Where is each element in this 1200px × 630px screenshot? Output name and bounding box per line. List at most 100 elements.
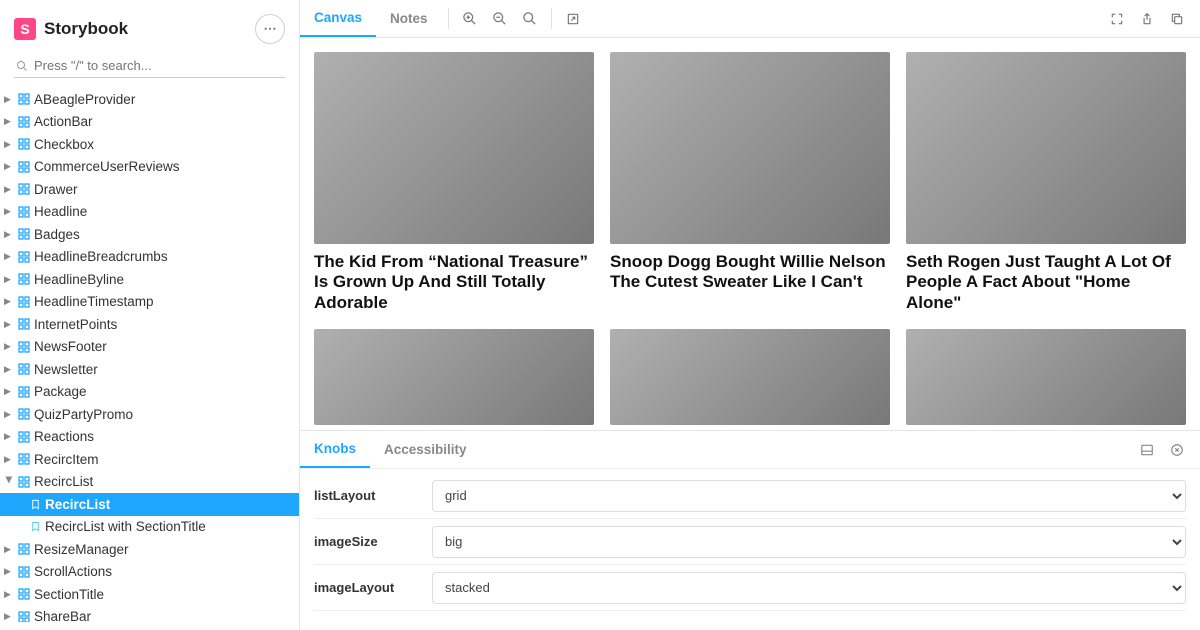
card-image	[610, 52, 890, 244]
sidebar-item-label: NewsFooter	[34, 340, 107, 354]
sidebar-item-label: Newsletter	[34, 363, 98, 377]
chevron-right-icon: ▶	[4, 140, 14, 149]
sidebar-item-label: Headline	[34, 205, 87, 219]
card[interactable]: Seth Rogen Just Taught A Lot Of People A…	[906, 52, 1186, 313]
card-image	[906, 329, 1186, 425]
tab-canvas[interactable]: Canvas	[300, 0, 376, 37]
component-icon	[18, 138, 30, 150]
sidebar-item-commerceuserreviews[interactable]: ▶ CommerceUserReviews	[0, 156, 299, 179]
fullscreen-icon[interactable]	[1102, 0, 1132, 37]
sidebar-item-reactions[interactable]: ▶ Reactions	[0, 426, 299, 449]
sidebar-item-label: ResizeManager	[34, 543, 129, 557]
component-icon	[18, 206, 30, 218]
zoom-in-icon[interactable]	[455, 0, 485, 37]
card[interactable]	[610, 329, 890, 425]
zoom-out-icon[interactable]	[485, 0, 515, 37]
bookmark-icon	[30, 521, 41, 532]
component-icon	[18, 251, 30, 263]
sidebar-item-label: RecircItem	[34, 453, 99, 467]
brand: S Storybook	[14, 18, 128, 40]
sidebar-item-checkbox[interactable]: ▶Checkbox	[0, 133, 299, 156]
tab-accessibility[interactable]: Accessibility	[370, 431, 481, 468]
story-recirclist-with-sectiontitle[interactable]: RecircList with SectionTitle	[0, 516, 299, 539]
sidebar-item-sectiontitle[interactable]: ▶SectionTitle	[0, 583, 299, 606]
sidebar-item-internetpoints[interactable]: ▶InternetPoints	[0, 313, 299, 336]
sidebar-item-label: ActionBar	[34, 115, 93, 129]
card[interactable]	[314, 329, 594, 425]
card[interactable]: The Kid From “National Treasure” Is Grow…	[314, 52, 594, 313]
sidebar-item-label: Badges	[34, 228, 80, 242]
chevron-right-icon: ▶	[4, 342, 14, 351]
sidebar-item-abeagleprovider[interactable]: ▶ABeagleProvider	[0, 88, 299, 111]
sidebar-item-resizemanager[interactable]: ▶ResizeManager	[0, 538, 299, 561]
chevron-right-icon: ▶	[4, 162, 14, 171]
component-icon	[18, 296, 30, 308]
card[interactable]: Snoop Dogg Bought Willie Nelson The Cute…	[610, 52, 890, 313]
sidebar-item-label: SectionTitle	[34, 588, 104, 602]
knob-control: big	[432, 526, 1186, 558]
close-panel-icon[interactable]	[1162, 431, 1192, 468]
search-box[interactable]	[14, 54, 285, 78]
tab-notes[interactable]: Notes	[376, 0, 442, 37]
component-icon	[18, 93, 30, 105]
sidebar-more-button[interactable]: ⋯	[255, 14, 285, 44]
sidebar-item-package[interactable]: ▶Package	[0, 381, 299, 404]
sidebar-item-headline[interactable]: ▶ Headline	[0, 201, 299, 224]
knob-control: stacked	[432, 572, 1186, 604]
card-image	[314, 52, 594, 244]
knob-select-listlayout[interactable]: grid	[432, 480, 1186, 512]
sidebar-item-newsfooter[interactable]: ▶ NewsFooter	[0, 336, 299, 359]
chevron-right-icon: ▶	[4, 252, 14, 261]
sidebar-item-recircitem[interactable]: ▶RecircItem	[0, 448, 299, 471]
sidebar-item-quizpartypromo[interactable]: ▶QuizPartyPromo	[0, 403, 299, 426]
sidebar-item-badges[interactable]: ▶Badges	[0, 223, 299, 246]
sidebar-item-sharebar[interactable]: ▶ShareBar	[0, 606, 299, 623]
knob-label: imageLayout	[314, 580, 418, 595]
sidebar-item-headlinebyline[interactable]: ▶HeadlineByline	[0, 268, 299, 291]
chevron-right-icon: ▶	[4, 275, 14, 284]
sidebar-item-label: RecircList	[34, 475, 93, 489]
open-new-tab-icon[interactable]	[558, 0, 588, 37]
sidebar-item-actionbar[interactable]: ▶ActionBar	[0, 111, 299, 134]
component-icon	[18, 318, 30, 330]
knob-select-imagesize[interactable]: big	[432, 526, 1186, 558]
story-recirclist[interactable]: RecircList	[0, 493, 299, 516]
story-label: RecircList with SectionTitle	[45, 520, 206, 534]
component-icon	[18, 341, 30, 353]
card-image	[314, 329, 594, 425]
chevron-right-icon: ▶	[4, 432, 14, 441]
sidebar-item-label: Reactions	[34, 430, 94, 444]
component-icon	[18, 161, 30, 173]
card-title: The Kid From “National Treasure” Is Grow…	[314, 252, 594, 313]
canvas: The Kid From “National Treasure” Is Grow…	[300, 38, 1200, 430]
sidebar-item-label: HeadlineTimestamp	[34, 295, 154, 309]
sidebar-item-headlinetimestamp[interactable]: ▶HeadlineTimestamp	[0, 291, 299, 314]
component-icon	[18, 386, 30, 398]
sidebar-item-label: HeadlineBreadcrumbs	[34, 250, 168, 264]
panel-position-icon[interactable]	[1132, 431, 1162, 468]
sidebar-item-drawer[interactable]: ▶Drawer	[0, 178, 299, 201]
story-label: RecircList	[45, 498, 110, 512]
zoom-reset-icon[interactable]	[515, 0, 545, 37]
component-icon	[18, 588, 30, 600]
card[interactable]	[906, 329, 1186, 425]
component-icon	[18, 363, 30, 375]
sidebar-item-recirclist[interactable]: ▶RecircList	[0, 471, 299, 494]
sidebar-item-label: CommerceUserReviews	[34, 160, 180, 174]
knob-label: listLayout	[314, 488, 418, 503]
sidebar-item-headlinebreadcrumbs[interactable]: ▶ HeadlineBreadcrumbs	[0, 246, 299, 269]
chevron-right-icon: ▶	[4, 207, 14, 216]
sidebar-header: S Storybook ⋯	[0, 8, 299, 54]
sidebar-item-newsletter[interactable]: ▶ Newsletter	[0, 358, 299, 381]
chevron-right-icon: ▶	[4, 365, 14, 374]
copy-icon[interactable]	[1162, 0, 1192, 37]
sidebar-item-label: ShareBar	[34, 610, 91, 622]
sidebar-item-label: QuizPartyPromo	[34, 408, 133, 422]
main: Canvas Notes The Kid From “National Trea…	[300, 0, 1200, 630]
sidebar-item-scrollactions[interactable]: ▶ScrollActions	[0, 561, 299, 584]
search-input[interactable]	[34, 58, 283, 73]
addons-panel: Knobs Accessibility listLayoutgridimageS…	[300, 430, 1200, 630]
share-icon[interactable]	[1132, 0, 1162, 37]
tab-knobs[interactable]: Knobs	[300, 431, 370, 468]
knob-select-imagelayout[interactable]: stacked	[432, 572, 1186, 604]
